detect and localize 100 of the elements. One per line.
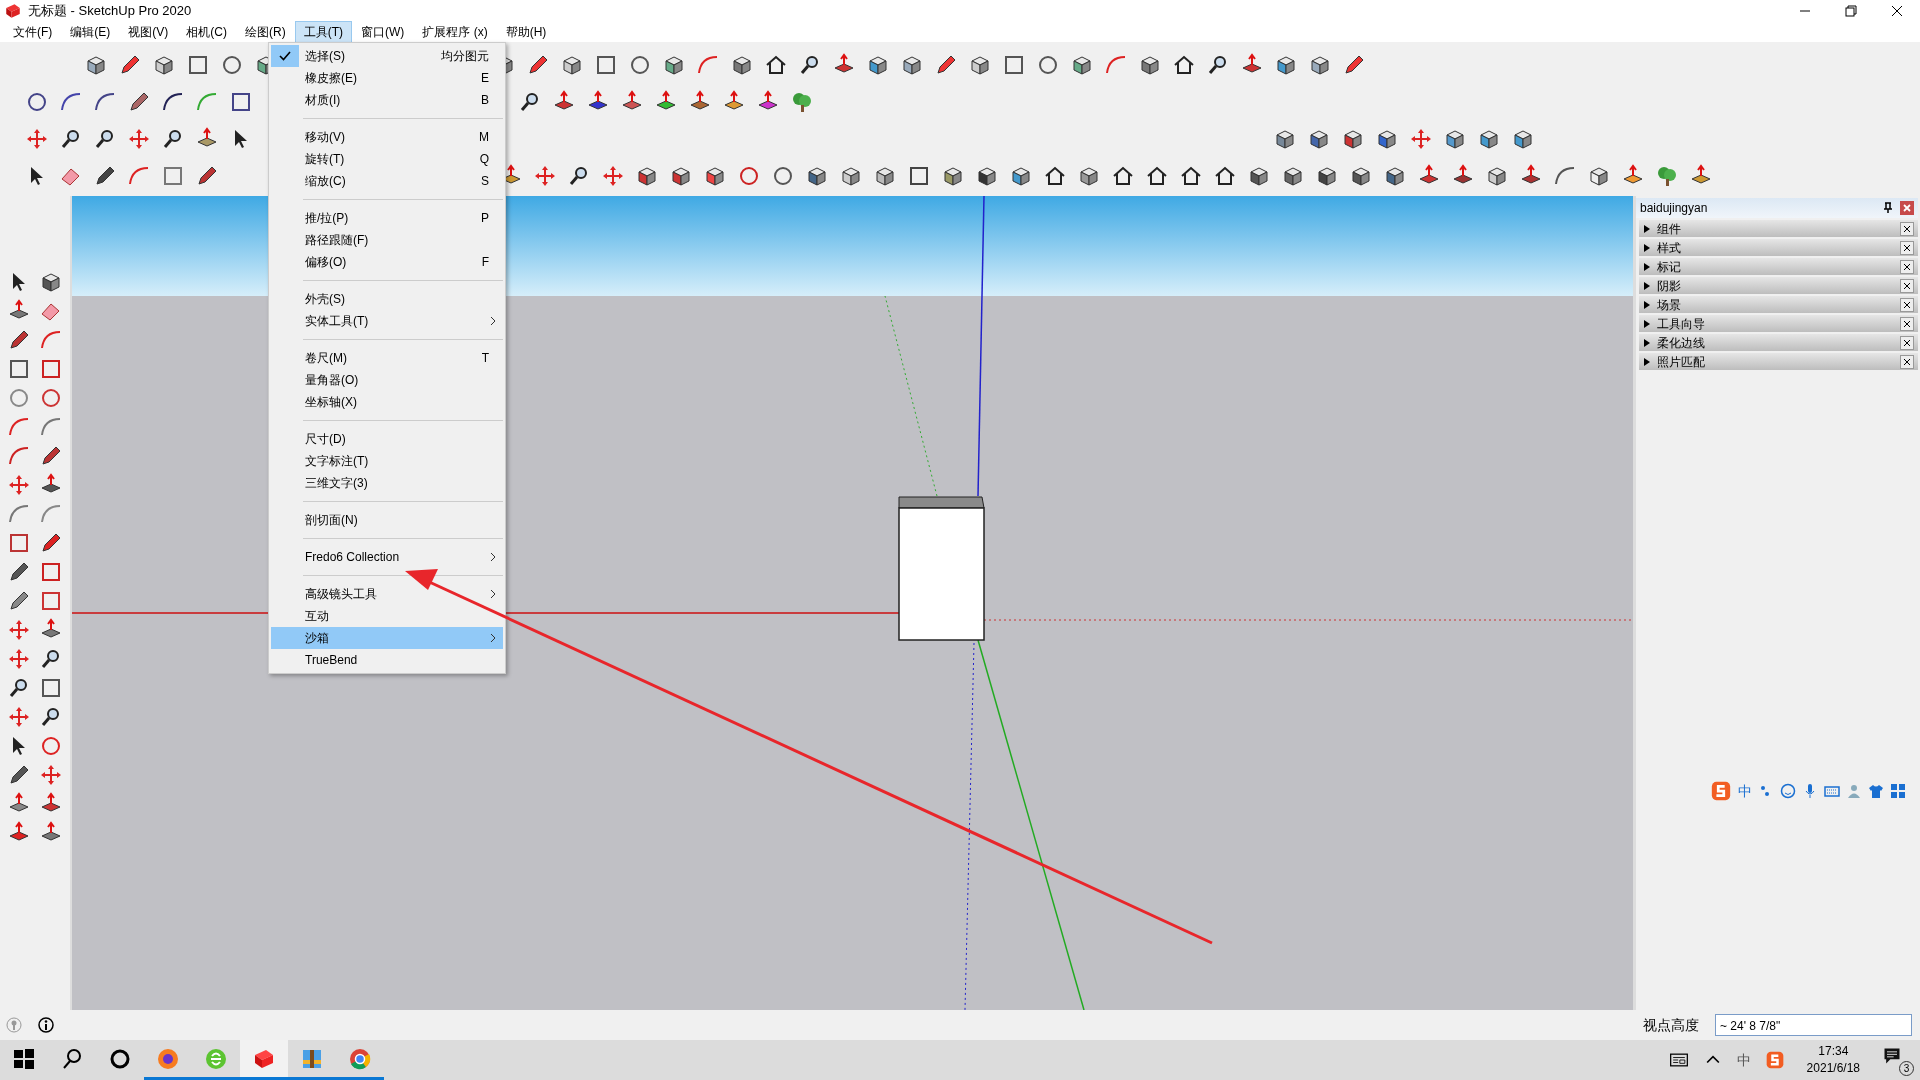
expand-triangle-icon[interactable] [1643,357,1651,366]
pencil-icon[interactable] [7,589,31,613]
taskbar-clock[interactable]: 17:34 2021/6/18 [1798,1043,1868,1077]
expand-triangle-icon[interactable] [1643,262,1651,271]
menu-item[interactable]: 编辑(E) [61,21,120,43]
smiley-icon[interactable] [1780,783,1796,799]
info-icon[interactable] [38,1017,54,1033]
menu-item[interactable]: 三维文字(3) [271,472,503,494]
menu-item[interactable]: 尺寸(D) [271,428,503,450]
menu-item[interactable]: 视图(V) [119,21,178,43]
menu-item[interactable]: 缩放(C) S [271,170,503,192]
expand-triangle-icon[interactable] [1643,281,1651,290]
menu-item[interactable]: 沙箱 [271,627,503,649]
shirt-icon[interactable] [1868,783,1884,799]
close-icon [1904,358,1910,365]
menu-item[interactable]: 窗口(W) [352,21,414,43]
move-icon[interactable] [7,473,31,497]
expand-triangle-icon[interactable] [1643,224,1651,233]
menu-item[interactable]: 橡皮擦(E) E [271,67,503,89]
pencil-icon[interactable] [39,444,63,468]
expand-triangle-icon[interactable] [1643,338,1651,347]
expand-triangle-icon[interactable] [1643,319,1651,328]
measurement-field[interactable]: ~ 24' 8 7/8" [1715,1014,1912,1036]
round-browser-icon [348,1046,372,1071]
expand-triangle-icon[interactable] [1643,300,1651,309]
menu-item[interactable]: 工具(T) [294,21,352,43]
move-icon[interactable] [7,618,31,642]
menu-item[interactable]: 帮助(H) [496,21,556,43]
circle-icon[interactable] [39,734,63,758]
tray-header[interactable]: 场景 [1639,296,1918,313]
menu-item[interactable]: 相机(C) [177,21,236,43]
menu-item[interactable]: TrueBend [271,649,503,671]
menu-item[interactable]: 文件(F) [4,21,62,43]
menu-item[interactable]: 扩展程序 (x) [413,21,497,43]
square-icon[interactable] [39,560,63,584]
shortcut-text: P [481,210,489,227]
square-icon[interactable] [7,357,31,381]
search-icon [60,1046,84,1071]
keyboard-icon[interactable] [1824,783,1840,799]
move-icon[interactable] [7,705,31,729]
square-icon[interactable] [39,676,63,700]
tray-header[interactable]: 标记 [1639,258,1918,275]
close-icon [1904,282,1910,289]
tray-close-button[interactable] [1900,316,1914,331]
ime-logo-icon[interactable] [1764,1050,1785,1070]
tray-close-button[interactable] [1900,221,1914,236]
menu-item[interactable]: 卷尺(M) T [271,347,503,369]
menu-item[interactable]: 选择(S) 均分图元 [271,45,503,67]
tray-label: 柔化边线 [1657,334,1705,352]
tray-close-button[interactable] [1900,335,1914,350]
menu-item[interactable]: 坐标轴(X) [271,391,503,413]
square-icon[interactable] [39,589,63,613]
pencil-icon[interactable] [7,763,31,787]
ime-mode-indicator[interactable]: 中 [1738,780,1752,802]
input-language-indicator[interactable]: 中 [1736,1049,1751,1071]
tray-label: 组件 [1657,220,1681,238]
menu-item[interactable]: 偏移(O) F [271,251,503,273]
tray-header[interactable]: 柔化边线 [1639,334,1918,351]
pin-icon[interactable] [1882,202,1894,214]
menu-item[interactable]: 移动(V) M [271,126,503,148]
tray-close-button[interactable] [1900,259,1914,274]
menu-item[interactable]: 路径跟随(F) [271,229,503,251]
pencil-icon[interactable] [39,531,63,555]
shortcut-text: M [479,129,489,146]
menu-item[interactable]: 旋转(T) Q [271,148,503,170]
notification-icon[interactable] [1882,1046,1902,1066]
tray-close-button[interactable] [1900,240,1914,255]
menu-item[interactable]: 剖切面(N) [271,509,503,531]
tray-close-button[interactable] [1900,278,1914,293]
expand-triangle-icon[interactable] [1643,243,1651,252]
square-icon[interactable] [39,357,63,381]
close-icon [1904,263,1910,270]
menu-item[interactable]: 量角器(O) [271,369,503,391]
tray-header[interactable]: 照片匹配 [1639,353,1918,370]
tray-header[interactable]: 样式 [1639,239,1918,256]
menu-item[interactable]: 文字标注(T) [271,450,503,472]
date-text: 2021/6/18 [1806,1060,1860,1077]
menu-item[interactable]: 推/拉(P) P [271,207,503,229]
panel-close-button[interactable] [1900,201,1914,215]
tray-header[interactable]: 组件 [1639,220,1918,237]
tray-close-button[interactable] [1900,354,1914,369]
tray-header[interactable]: 工具向导 [1639,315,1918,332]
grid-icon[interactable] [1890,783,1906,799]
circle-icon[interactable] [39,386,63,410]
square-icon[interactable] [7,531,31,555]
pencil-icon[interactable] [7,560,31,584]
menu-item[interactable]: 材质(I) B [271,89,503,111]
menu-item[interactable]: 绘图(R) [236,21,295,43]
move-icon[interactable] [39,763,63,787]
menu-item[interactable]: Fredo6 Collection [271,546,503,568]
tray-header[interactable]: 阴影 [1639,277,1918,294]
move-icon[interactable] [7,647,31,671]
tray-label: 样式 [1657,239,1681,257]
tray-close-button[interactable] [1900,297,1914,312]
shortcut-text: T [481,350,489,367]
pencil-icon[interactable] [7,328,31,352]
menu-item[interactable]: 互动 [271,605,503,627]
menu-item[interactable]: 实体工具(T) [271,310,503,332]
taskbar-app-button[interactable] [240,1040,288,1080]
menu-item[interactable]: 外壳(S) [271,288,503,310]
